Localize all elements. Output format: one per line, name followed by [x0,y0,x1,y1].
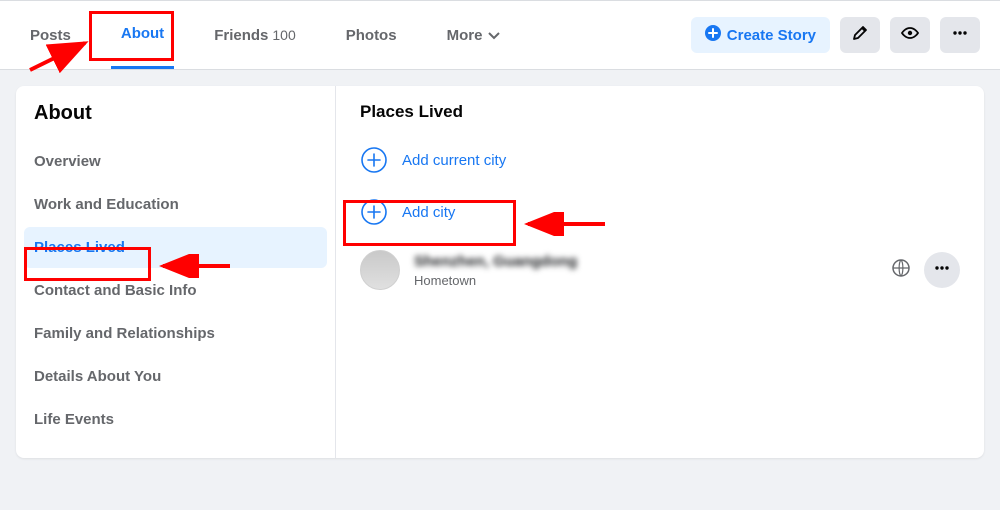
place-sub-label: Hometown [414,273,878,288]
tab-friends-count: 100 [272,27,295,43]
about-content: About Overview Work and Education Places… [0,70,1000,474]
tab-label: More [447,27,483,44]
sidebar-item-details-about-you[interactable]: Details About You [24,356,327,397]
sidebar-heading: About [24,102,327,125]
caret-down-icon [488,29,500,41]
tab-about[interactable]: About [111,1,174,69]
plus-circle-outline-icon [360,146,388,174]
place-name: Shenzhen, Guangdong [414,253,577,270]
hometown-entry: Shenzhen, Guangdong Hometown [360,250,960,290]
about-main: Places Lived Add current city Add city S… [336,86,984,458]
create-story-label: Create Story [727,27,816,44]
place-options-button[interactable] [924,252,960,288]
create-story-button[interactable]: Create Story [691,17,830,53]
tab-posts[interactable]: Posts [20,1,81,69]
tab-more[interactable]: More [437,1,511,69]
tab-photos[interactable]: Photos [336,1,407,69]
sidebar-item-overview[interactable]: Overview [24,141,327,182]
about-panel: About Overview Work and Education Places… [16,86,984,458]
plus-circle-outline-icon [360,198,388,226]
place-info: Shenzhen, Guangdong Hometown [414,253,878,288]
tab-label: Posts [30,27,71,44]
pencil-icon [852,25,868,45]
place-thumbnail [360,250,400,290]
profile-tabs: Posts About Friends 100 Photos More [20,1,510,69]
profile-actions: Create Story [691,17,980,53]
globe-icon [892,259,910,282]
three-dots-icon [951,24,969,46]
tab-label: Photos [346,27,397,44]
add-city-label: Add city [402,204,455,221]
overflow-menu-button[interactable] [940,17,980,53]
plus-circle-icon [705,25,721,45]
add-current-city-label: Add current city [402,152,506,169]
sidebar-item-work-education[interactable]: Work and Education [24,184,327,225]
place-row-actions [892,252,960,288]
eye-icon [901,24,919,46]
audience-selector[interactable] [892,259,910,282]
tab-friends[interactable]: Friends 100 [204,1,306,69]
add-city-button[interactable]: Add city [360,198,960,226]
sidebar-item-places-lived[interactable]: Places Lived [24,227,327,268]
three-dots-icon [933,259,951,282]
tab-label: About [121,25,164,42]
add-current-city-button[interactable]: Add current city [360,146,960,174]
edit-profile-button[interactable] [840,17,880,53]
about-sidebar: About Overview Work and Education Places… [16,86,336,458]
sidebar-item-contact-basic[interactable]: Contact and Basic Info [24,270,327,311]
tab-label: Friends [214,27,268,44]
section-heading: Places Lived [360,102,960,122]
view-as-button[interactable] [890,17,930,53]
sidebar-item-family-relationships[interactable]: Family and Relationships [24,313,327,354]
profile-tabs-bar: Posts About Friends 100 Photos More Crea… [0,0,1000,70]
sidebar-item-life-events[interactable]: Life Events [24,399,327,440]
